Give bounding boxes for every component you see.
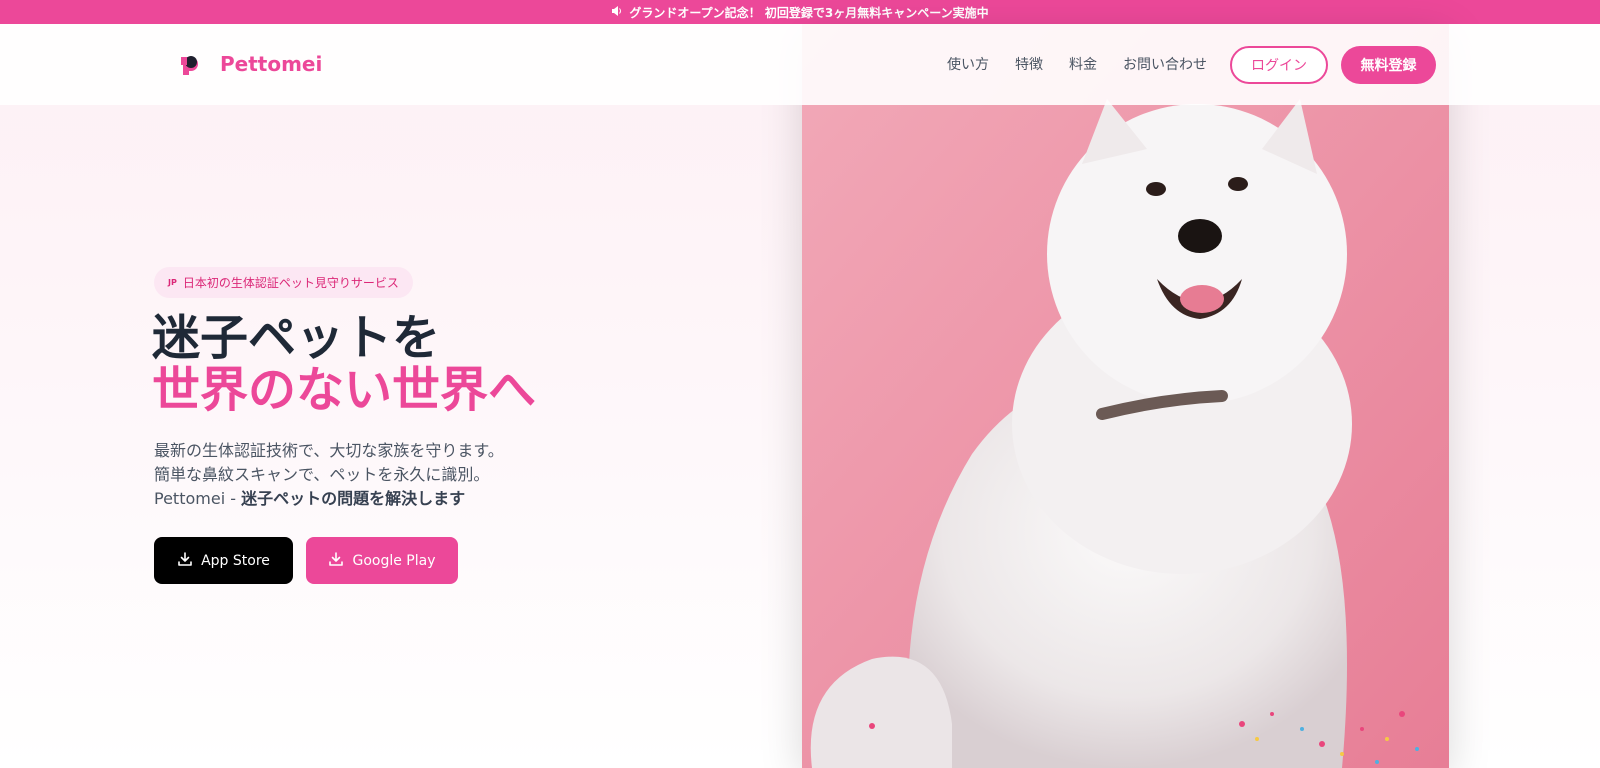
brand-name: Pettomei [220, 52, 323, 76]
speaker-icon [611, 5, 623, 20]
hero-desc-line1: 最新の生体認証技術で、大切な家族を守ります。 [154, 441, 504, 460]
hero-desc-line3-prefix: Pettomei - [154, 489, 242, 508]
announcement-bar: グランドオープン記念！ 初回登録で3ヶ月無料キャンペーン実施中 [0, 0, 1600, 24]
hero-badge-text: 日本初の生体認証ペット見守りサービス [182, 276, 399, 290]
google-play-button[interactable]: Google Play [306, 537, 458, 584]
brand-logo[interactable]: Pettomei [178, 48, 322, 80]
nav-item-how-to-use[interactable]: 使い方 [947, 54, 989, 74]
hero-desc-line2: 簡単な鼻紋スキャンで、ペットを永久に識別。 [154, 465, 490, 484]
hero-desc-line3-bold: 迷子ペットの問題を解決します [241, 489, 466, 508]
register-button[interactable]: 無料登録 [1341, 46, 1436, 84]
hero-desc-line3: Pettomei - 迷子ペットの問題を解決します [154, 487, 504, 511]
nav-item-features[interactable]: 特徴 [1015, 54, 1043, 74]
hero-description: 最新の生体認証技術で、大切な家族を守ります。 簡単な鼻紋スキャンで、ペットを永久… [154, 439, 504, 511]
hero-headline: 迷子ペットを 世界のない世界へ [152, 312, 536, 416]
hero-headline-line1: 迷子ペットを [152, 310, 441, 366]
logo-icon [178, 48, 206, 80]
hero-badge: JP 日本初の生体認証ペット見守りサービス [154, 267, 413, 298]
jp-flag-label: JP [168, 278, 177, 287]
download-icon [177, 551, 193, 571]
nav-item-contact[interactable]: お問い合わせ [1123, 54, 1207, 74]
nav-item-pricing[interactable]: 料金 [1069, 54, 1097, 74]
announcement-text: グランドオープン記念！ 初回登録で3ヶ月無料キャンペーン実施中 [629, 5, 989, 20]
hero-headline-line2: 世界のない世界へ [152, 362, 537, 418]
google-play-label: Google Play [352, 552, 436, 569]
hero-dog-image [802, 24, 1449, 768]
app-store-button[interactable]: App Store [154, 537, 293, 584]
login-button[interactable]: ログイン [1230, 46, 1328, 84]
app-store-label: App Store [201, 552, 270, 569]
main-nav: 使い方 特徴 料金 お問い合わせ [947, 54, 1207, 74]
download-icon [328, 551, 344, 571]
